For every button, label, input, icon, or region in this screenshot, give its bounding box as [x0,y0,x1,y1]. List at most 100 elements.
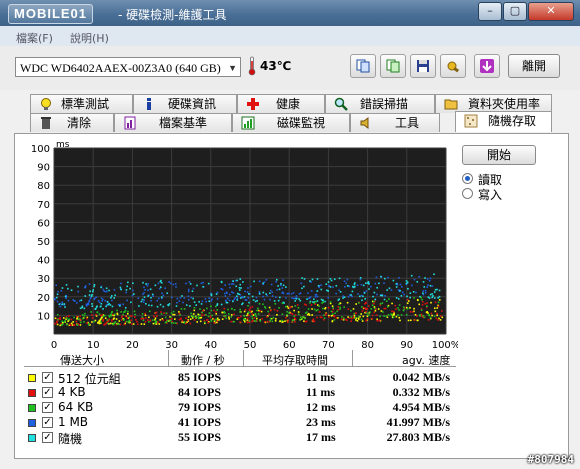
scatter-point [170,317,173,320]
scatter-point [151,319,154,321]
scatter-point [305,304,307,306]
tab-disk-monitor[interactable]: 磁碟監視 [232,113,350,132]
scatter-point [357,293,359,295]
series-color-swatch [28,419,36,427]
scatter-point [206,307,208,310]
scatter-point [386,289,388,291]
tab-tools[interactable]: 工具 [350,113,440,132]
scatter-point [303,285,305,288]
scatter-point [160,311,162,313]
series-checkbox[interactable]: ✓ [42,372,53,383]
read-radio[interactable] [462,173,473,184]
scatter-point [127,310,129,313]
watermark: #807984 [527,453,574,466]
menu-help[interactable]: 說明(H) [70,30,109,46]
scatter-point [170,322,173,324]
scatter-point [150,299,152,302]
scatter-point [164,287,166,289]
scatter-point [255,315,257,318]
maximize-button[interactable]: ▢ [503,2,527,21]
write-radio[interactable] [462,188,473,199]
menu-file[interactable]: 檔案(F) [16,30,53,46]
lightbulb-icon [41,98,51,110]
scatter-point [122,303,124,306]
scatter-point [322,318,325,321]
scatter-point [279,320,281,323]
tab-erase[interactable]: 清除 [30,113,114,132]
scatter-point [92,289,95,291]
scatter-point [367,305,370,307]
series-checkbox[interactable]: ✓ [42,402,53,413]
tab-file-benchmark[interactable]: 檔案基準 [114,113,232,132]
scatter-point [253,316,256,319]
scatter-point [79,319,82,321]
scatter-point [320,284,322,286]
exit-button[interactable]: 離開 [508,54,560,78]
scatter-point [216,291,219,294]
tab-disk-info[interactable]: 硬碟資訊 [133,94,237,113]
scatter-point [244,318,247,321]
scatter-point [162,319,164,321]
scatter-point [189,305,191,307]
tab-random-access[interactable]: 隨機存取 [455,111,552,132]
scatter-point [73,316,75,319]
series-checkbox[interactable]: ✓ [42,432,53,443]
scatter-point [61,287,64,289]
scatter-point [189,322,192,325]
series-checkbox[interactable]: ✓ [42,387,53,398]
tab-error-scan[interactable]: 錯誤掃描 [325,94,435,113]
series-checkbox[interactable]: ✓ [42,417,53,428]
scatter-point [84,285,87,287]
scatter-point [166,292,169,294]
scatter-point [430,301,432,304]
scatter-point [416,299,419,301]
scatter-point [59,305,62,308]
access-time-value: 11 ms [306,385,336,399]
scatter-point [426,286,428,288]
copy-text-button[interactable] [350,54,376,78]
scatter-point [81,314,84,316]
download-button[interactable] [474,54,500,78]
scatter-point [233,320,235,323]
scatter-point [216,317,219,320]
scatter-point [421,301,424,303]
scatter-point [428,279,431,282]
scatter-point [303,320,305,322]
scatter-point [224,295,227,297]
tab-health[interactable]: 健康 [237,94,325,113]
scatter-point [365,311,367,313]
close-button[interactable]: ✕ [528,2,574,21]
scatter-point [172,313,174,316]
scatter-point [316,278,319,280]
drive-select[interactable]: WDC WD6402AAEX-00Z3A0 (640 GB) ▼ [15,57,241,77]
minimize-button[interactable]: – [478,2,502,21]
scatter-point [413,297,415,299]
scatter-point [377,308,380,310]
tools-icon [447,61,460,73]
tab-benchmark[interactable]: 標準測試 [30,94,133,113]
scatter-point [438,289,441,292]
scatter-point [331,313,334,315]
options-button[interactable] [440,54,466,78]
scatter-point [239,311,241,313]
scatter-point [78,300,81,302]
copy-image-button[interactable] [380,54,406,78]
scatter-point [244,320,246,323]
scatter-point [379,294,382,297]
scatter-point [210,299,213,302]
scatter-point [92,290,94,293]
scatter-point [210,319,213,321]
scatter-point [297,311,300,313]
save-button[interactable] [410,54,436,78]
scatter-point [436,307,439,309]
scatter-point [65,297,67,299]
scatter-point [249,310,252,313]
scatter-point [119,305,121,307]
scatter-point [253,320,256,322]
scatter-point [270,283,273,286]
scatter-point [228,299,231,302]
start-button[interactable]: 開始 [462,145,536,165]
scatter-point [284,305,287,308]
scatter-point [143,291,145,294]
scatter-point [383,307,386,310]
